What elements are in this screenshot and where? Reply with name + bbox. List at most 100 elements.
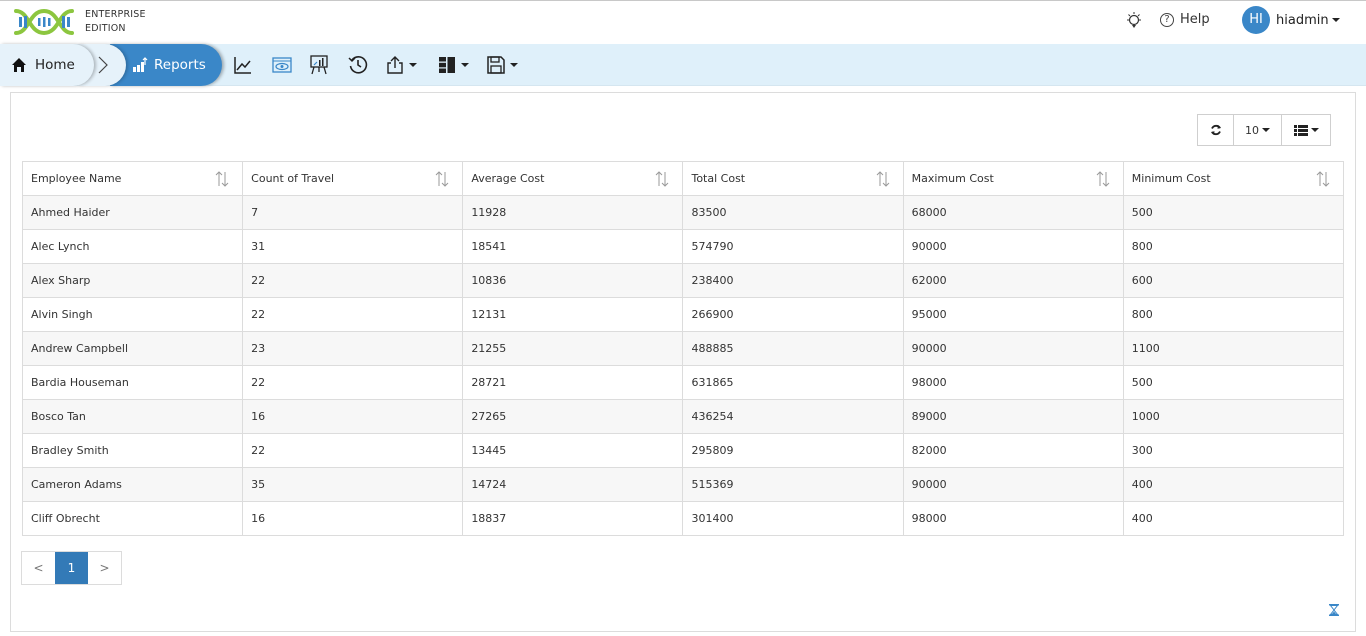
layout-icon: [439, 57, 455, 73]
refresh-button[interactable]: [1198, 115, 1234, 145]
table-cell: 10836: [462, 263, 684, 298]
logo-line1: ENTERPRISE: [85, 9, 146, 20]
table-row[interactable]: Bosco Tan 16 27265 436254 89000 1000: [21, 399, 1345, 434]
columns-dropdown[interactable]: [1282, 115, 1330, 145]
column-header[interactable]: Maximum Cost: [902, 161, 1124, 196]
column-header-label: Total Cost: [691, 172, 746, 185]
column-header[interactable]: Employee Name: [21, 161, 244, 196]
table-cell: Cliff Obrecht: [21, 501, 244, 536]
table-row[interactable]: Cameron Adams 35 14724 515369 90000 400: [21, 467, 1345, 502]
breadcrumb-home[interactable]: Home: [0, 44, 94, 86]
table-row[interactable]: Bradley Smith 22 13445 295809 82000 300: [21, 433, 1345, 468]
table-cell: 631865: [682, 365, 904, 400]
table-cell: 62000: [902, 263, 1124, 298]
hourglass-icon: [1329, 604, 1339, 616]
sort-icon[interactable]: [875, 171, 891, 187]
presentation-icon: [310, 55, 328, 75]
report-table: Employee Name Count of Travel Average Cost…: [21, 161, 1345, 536]
table-cell: Cameron Adams: [21, 467, 244, 502]
column-header-label: Average Cost: [471, 172, 545, 185]
history-button[interactable]: [348, 54, 368, 76]
user-name: hiadmin: [1276, 12, 1329, 28]
table-row[interactable]: Alec Lynch 31 18541 574790 90000 800: [21, 229, 1345, 264]
preview-icon: [272, 57, 292, 73]
column-header[interactable]: Total Cost: [682, 161, 904, 196]
table-cell: 22: [242, 365, 464, 400]
lightbulb-icon[interactable]: [1124, 11, 1144, 31]
table-row[interactable]: Alex Sharp 22 10836 238400 62000 600: [21, 263, 1345, 298]
table-cell: 436254: [682, 399, 904, 434]
page-1-button[interactable]: 1: [55, 552, 88, 584]
table-cell: 301400: [682, 501, 904, 536]
page-size-value: 10: [1245, 123, 1259, 137]
line-chart-icon: [234, 57, 251, 74]
avatar: HI: [1242, 6, 1270, 34]
table-cell: Andrew Campbell: [21, 331, 244, 366]
next-page-button[interactable]: >: [88, 552, 121, 584]
preview-button[interactable]: [272, 54, 292, 76]
table-cell: 27265: [462, 399, 684, 434]
table-cell: 28721: [462, 365, 684, 400]
help-link[interactable]: ? Help: [1160, 12, 1210, 27]
history-icon: [348, 56, 368, 74]
sort-icon[interactable]: [1315, 171, 1331, 187]
table-cell: 22: [242, 297, 464, 332]
reports-label: Reports: [154, 57, 206, 73]
table-cell: 266900: [682, 297, 904, 332]
column-header[interactable]: Count of Travel: [242, 161, 464, 196]
line-chart-button[interactable]: [234, 54, 252, 76]
user-menu[interactable]: HI hiadmin: [1242, 6, 1340, 34]
table-cell: 68000: [902, 195, 1124, 230]
sort-icon[interactable]: [1095, 171, 1111, 187]
table-cell: 800: [1122, 297, 1345, 332]
prev-page-button[interactable]: <: [22, 552, 55, 584]
table-cell: 16: [242, 399, 464, 434]
presentation-button[interactable]: [310, 54, 328, 76]
table-row[interactable]: Cliff Obrecht 16 18837 301400 98000 400: [21, 501, 1345, 536]
table-cell: 31: [242, 229, 464, 264]
table-header-row: Employee Name Count of Travel Average Cost…: [21, 161, 1345, 196]
home-icon: [12, 58, 26, 72]
table-row[interactable]: Bardia Houseman 22 28721 631865 98000 500: [21, 365, 1345, 400]
table-cell: 400: [1122, 467, 1345, 502]
table-row[interactable]: Andrew Campbell 23 21255 488885 90000 1100: [21, 331, 1345, 366]
sort-icon[interactable]: [214, 171, 230, 187]
table-row[interactable]: Ahmed Haider 7 11928 83500 68000 500: [21, 195, 1345, 230]
chevron-down-icon: [1331, 18, 1340, 22]
table-row[interactable]: Alvin Singh 22 12131 266900 95000 800: [21, 297, 1345, 332]
logo-line2: EDITION: [85, 23, 126, 34]
share-button[interactable]: [386, 54, 417, 76]
column-header-label: Minimum Cost: [1131, 172, 1211, 185]
logo-icon: [14, 8, 74, 36]
share-icon: [387, 56, 403, 74]
list-icon: [1293, 124, 1308, 136]
table-cell: 22: [242, 263, 464, 298]
page-size-dropdown[interactable]: 10: [1234, 115, 1282, 145]
table-cell: 574790: [682, 229, 904, 264]
table-cell: 18837: [462, 501, 684, 536]
table-cell: 23: [242, 331, 464, 366]
save-button[interactable]: [487, 54, 518, 76]
table-cell: 500: [1122, 195, 1345, 230]
help-icon: ?: [1160, 12, 1174, 27]
layout-button[interactable]: [438, 54, 469, 76]
column-header[interactable]: Minimum Cost: [1122, 161, 1345, 196]
sort-icon[interactable]: [654, 171, 670, 187]
table-cell: 35: [242, 467, 464, 502]
table-cell: Alvin Singh: [21, 297, 244, 332]
table-cell: Bardia Houseman: [21, 365, 244, 400]
sort-icon[interactable]: [434, 171, 450, 187]
table-cell: 800: [1122, 229, 1345, 264]
column-header-label: Employee Name: [31, 172, 122, 185]
table-cell: 89000: [902, 399, 1124, 434]
column-header[interactable]: Average Cost: [462, 161, 684, 196]
chevron-down-icon: [510, 63, 518, 67]
breadcrumb-reports[interactable]: Reports: [110, 44, 222, 86]
home-label: Home: [35, 57, 75, 73]
table-cell: 90000: [902, 331, 1124, 366]
reports-icon: [133, 57, 148, 72]
table-cell: 21255: [462, 331, 684, 366]
table-cell: 300: [1122, 433, 1345, 468]
table-cell: 1000: [1122, 399, 1345, 434]
column-header-label: Count of Travel: [251, 172, 335, 185]
